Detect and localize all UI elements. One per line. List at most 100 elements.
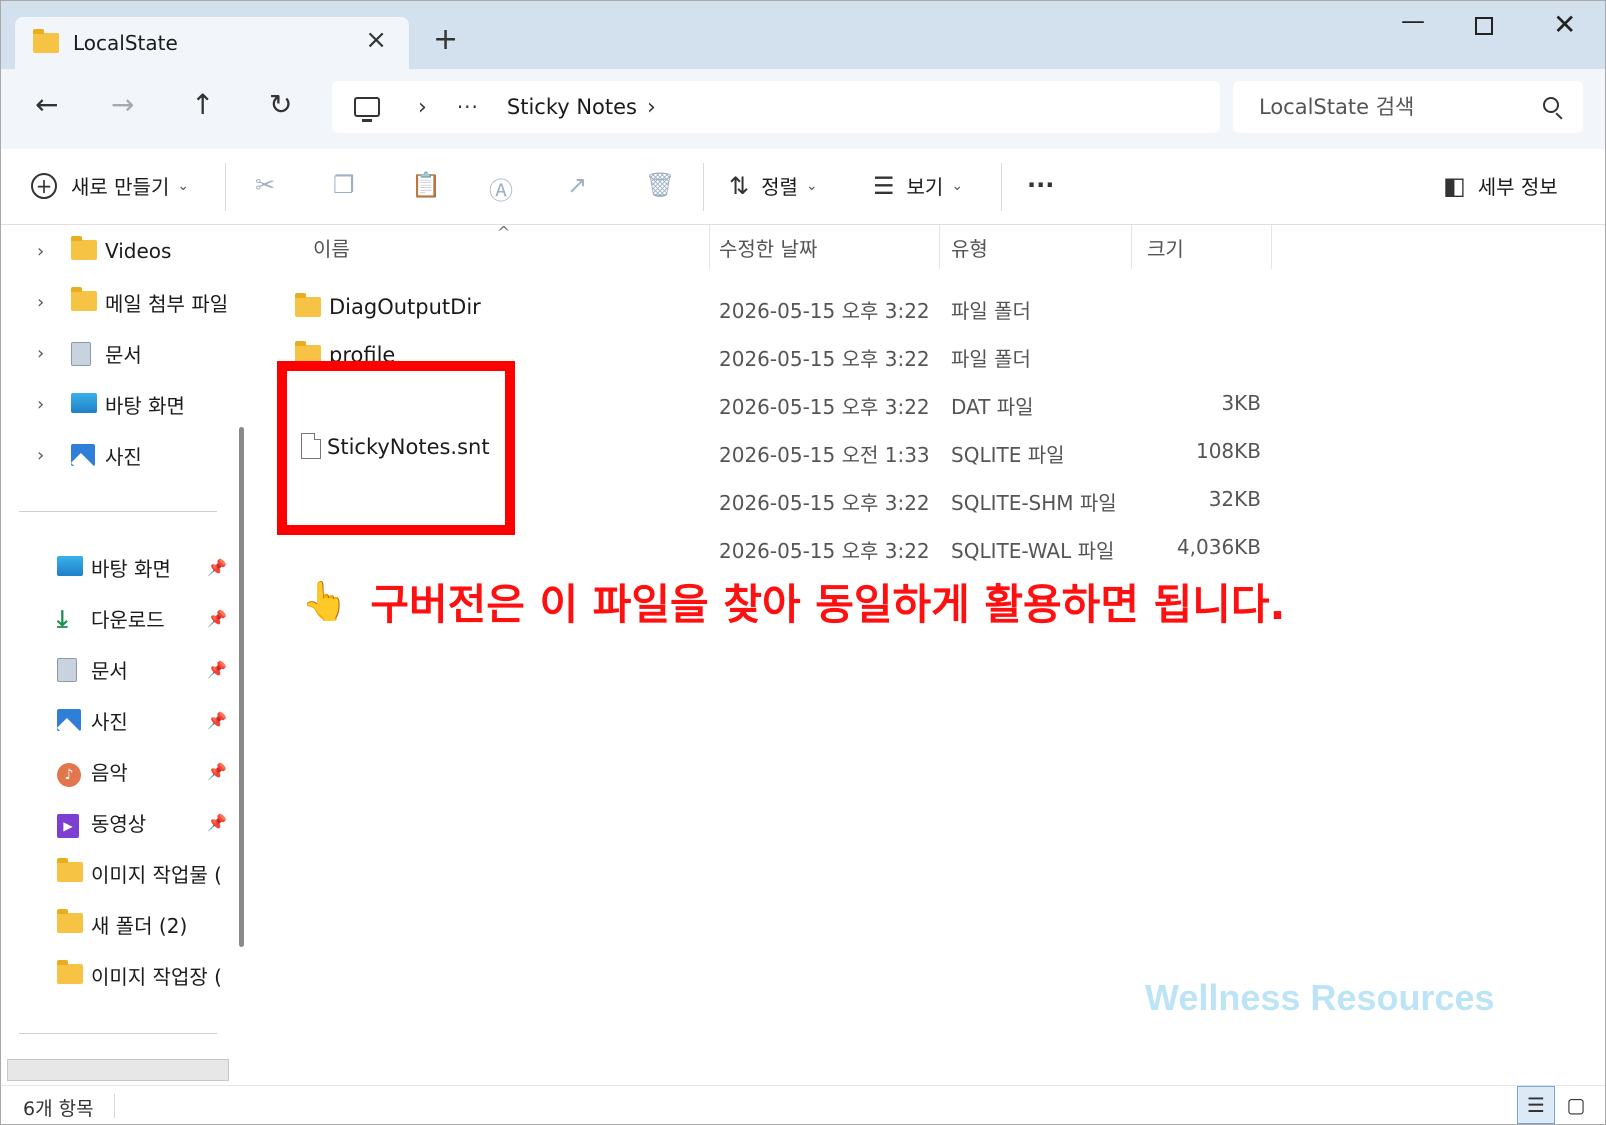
sidebar-item-mail-attachments[interactable]: › 메일 첨부 파일 <box>1 282 233 322</box>
pictures-icon <box>71 444 95 466</box>
file-row[interactable]: DiagOutputDir 2026-05-15 오후 3:22 파일 폴더 <box>257 285 1257 331</box>
folder-icon <box>33 29 59 53</box>
pin-icon: 📌 <box>207 812 227 832</box>
tab-title: LocalState <box>73 31 178 55</box>
up-button[interactable]: ↑ <box>191 91 214 119</box>
share-icon: ↗ <box>567 171 588 199</box>
quick-access-new-folder-2[interactable]: 새 폴더 (2) <box>1 904 233 944</box>
details-view-button[interactable]: ☰ <box>1517 1086 1555 1124</box>
address-bar[interactable]: › ··· Sticky Notes › <box>332 81 1220 133</box>
pin-icon: 📌 <box>207 761 227 781</box>
share-button[interactable]: ↗ <box>567 171 587 199</box>
rename-button[interactable]: Ⓐ <box>489 171 513 206</box>
breadcrumb-sticky-notes[interactable]: Sticky Notes <box>507 95 637 119</box>
sidebar-item-label: 동영상 <box>91 811 147 836</box>
list-view-icon: ☰ <box>873 171 895 200</box>
sidebar-item-this-pc[interactable] <box>7 1059 229 1081</box>
tiles-view-icon: ▢ <box>1566 1093 1586 1117</box>
sidebar-item-pictures[interactable]: › 사진 <box>1 435 233 475</box>
chevron-right-icon[interactable]: › <box>37 343 55 364</box>
maximize-button[interactable] <box>1475 17 1493 35</box>
column-divider[interactable] <box>1131 225 1132 269</box>
column-divider[interactable] <box>1271 225 1272 269</box>
sidebar-item-label: Videos <box>105 239 172 263</box>
sidebar-item-label: 문서 <box>105 342 142 367</box>
chevron-right-icon[interactable]: › <box>37 445 55 466</box>
download-icon: ⤓ <box>57 605 68 633</box>
sidebar-item-label: 바탕 화면 <box>105 393 185 418</box>
quick-access-music[interactable]: ♪ 음악 📌 <box>1 751 233 791</box>
column-header-date[interactable]: 수정한 날짜 <box>719 225 817 269</box>
music-icon: ♪ <box>57 763 81 787</box>
minimize-button[interactable]: — <box>1401 9 1425 33</box>
chevron-right-icon[interactable]: › <box>37 292 55 313</box>
folder-icon <box>71 236 97 260</box>
tab-localstate[interactable]: LocalState × <box>15 17 409 69</box>
sidebar-item-documents[interactable]: › 문서 <box>1 333 233 373</box>
details-pane-icon: ◧ <box>1443 171 1466 200</box>
file-size: 3KB <box>1221 391 1261 415</box>
details-pane-button[interactable]: ◧ 세부 정보 <box>1443 171 1558 200</box>
file-type: DAT 파일 <box>951 395 1034 419</box>
sidebar-item-label: 바탕 화면 <box>91 556 171 581</box>
tiles-view-button[interactable]: ▢ <box>1557 1086 1595 1124</box>
close-window-button[interactable]: ✕ <box>1553 11 1576 39</box>
clipboard-icon: 📋 <box>411 171 441 199</box>
cut-button[interactable]: ✂ <box>255 171 275 199</box>
status-divider <box>114 1094 115 1118</box>
chevron-right-icon[interactable]: › <box>37 394 55 415</box>
more-options-button[interactable]: ··· <box>1027 171 1054 199</box>
quick-access-videos[interactable]: ▶ 동영상 📌 <box>1 802 233 842</box>
chevron-down-icon: ⌄ <box>805 177 818 194</box>
pin-icon: 📌 <box>207 659 227 679</box>
paste-button[interactable]: 📋 <box>411 171 441 199</box>
new-tab-button[interactable]: + <box>433 25 458 55</box>
file-date: 2026-05-15 오후 3:22 <box>719 299 930 323</box>
quick-access-documents[interactable]: 문서 📌 <box>1 649 233 689</box>
navigation-bar: ← → ↑ ↻ › ··· Sticky Notes › <box>1 69 1605 149</box>
tab-close-button[interactable]: × <box>365 27 387 53</box>
chevron-right-icon[interactable]: › <box>647 95 656 120</box>
search-input[interactable] <box>1259 95 1529 119</box>
folder-icon <box>57 909 83 933</box>
sidebar-item-label: 음악 <box>91 760 128 785</box>
column-header-size[interactable]: 크기 <box>1147 225 1184 269</box>
pin-icon: 📌 <box>207 710 227 730</box>
sort-button[interactable]: ⇅ 정렬 ⌄ <box>729 171 818 200</box>
more-options-icon: ··· <box>1027 171 1055 199</box>
quick-access-image-workshop[interactable]: 이미지 작업장 ( <box>1 955 233 995</box>
file-type: SQLITE 파일 <box>951 443 1065 467</box>
file-list: ^ 이름 수정한 날짜 유형 크기 DiagOutputDir 2026-05-… <box>257 223 1605 1085</box>
chevron-down-icon: ⌄ <box>177 177 190 194</box>
chevron-right-icon[interactable]: › <box>37 241 55 262</box>
chevron-right-icon[interactable]: › <box>418 95 427 120</box>
column-header-name[interactable]: 이름 <box>313 225 350 269</box>
column-header-type[interactable]: 유형 <box>951 225 988 269</box>
sidebar-item-label: 이미지 작업장 ( <box>91 964 222 989</box>
quick-access-pictures[interactable]: 사진 📌 <box>1 700 233 740</box>
this-pc-icon[interactable] <box>354 97 380 122</box>
sidebar-scrollbar[interactable] <box>239 427 244 947</box>
sidebar-item-videos[interactable]: › Videos <box>1 231 233 271</box>
rename-icon: Ⓐ <box>489 177 513 205</box>
search-box[interactable] <box>1233 81 1583 133</box>
file-date: 2026-05-15 오후 3:22 <box>719 539 930 563</box>
search-icon[interactable] <box>1543 97 1559 113</box>
column-divider[interactable] <box>939 225 940 269</box>
delete-button[interactable]: 🗑 <box>645 171 675 199</box>
copy-button[interactable]: ❐ <box>333 171 355 199</box>
quick-access-downloads[interactable]: ⤓ 다운로드 📌 <box>1 598 233 638</box>
file-type: SQLITE-WAL 파일 <box>951 539 1115 563</box>
quick-access-image-works[interactable]: 이미지 작업물 ( <box>1 853 233 893</box>
refresh-button[interactable]: ↻ <box>269 91 292 119</box>
back-button[interactable]: ← <box>35 91 58 119</box>
new-button[interactable]: + 새로 만들기 ⌄ <box>31 171 189 200</box>
sidebar-item-desktop[interactable]: › 바탕 화면 <box>1 384 233 424</box>
column-divider[interactable] <box>709 225 710 269</box>
view-button[interactable]: ☰ 보기 ⌄ <box>873 171 963 200</box>
quick-access-desktop[interactable]: 바탕 화면 📌 <box>1 547 233 587</box>
sidebar-item-label: 새 폴더 (2) <box>91 913 188 938</box>
forward-button[interactable]: → <box>111 91 134 119</box>
breadcrumb-more-button[interactable]: ··· <box>457 95 479 119</box>
folder-icon <box>295 293 321 317</box>
